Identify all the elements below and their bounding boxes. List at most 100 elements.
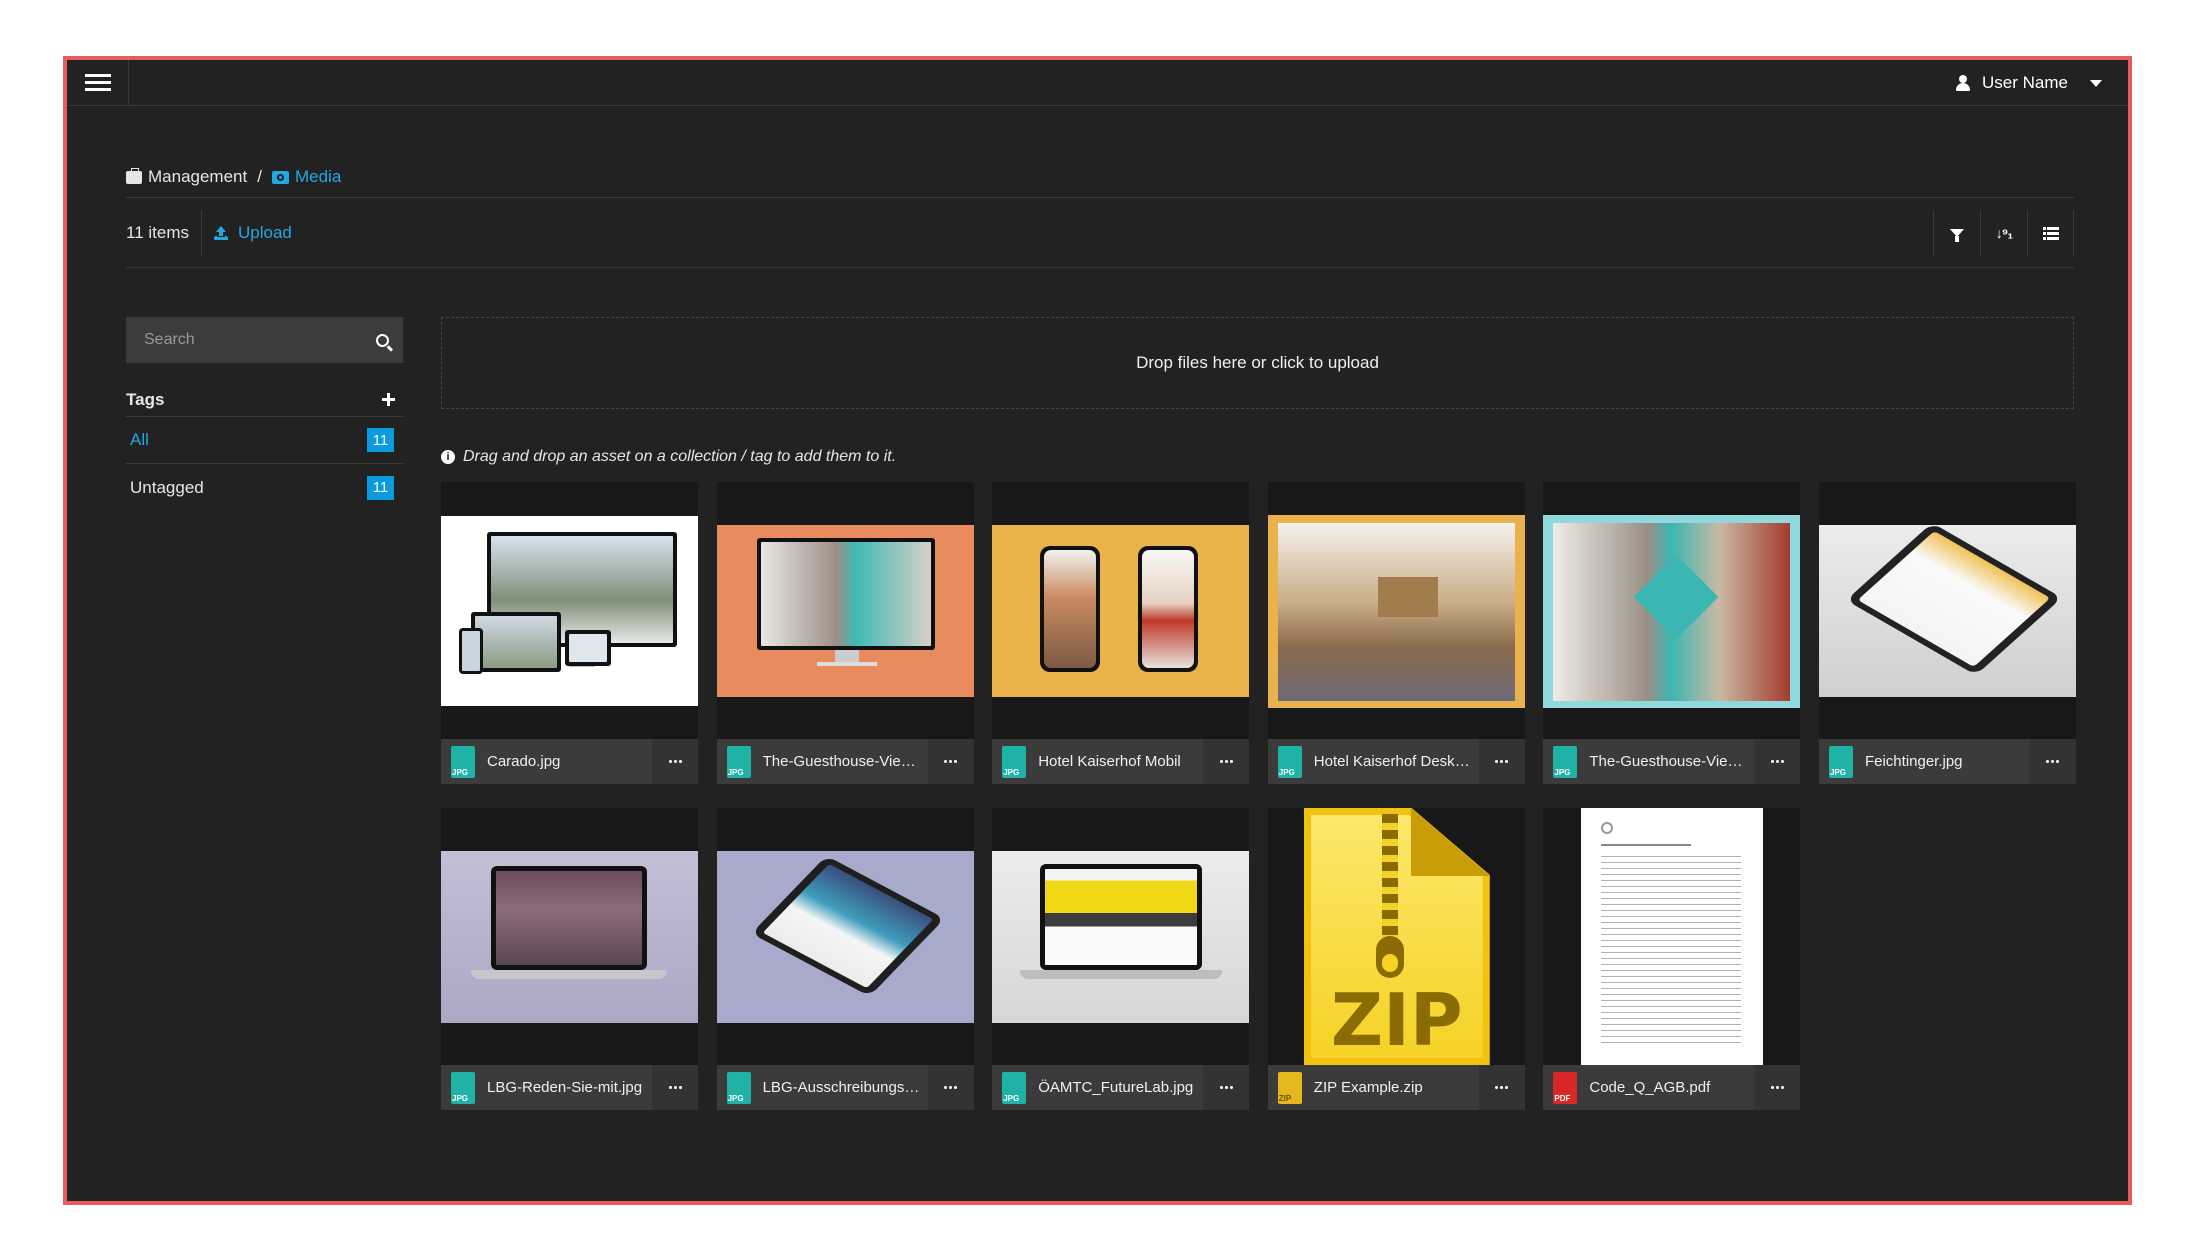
tag-count-badge: 11	[367, 428, 394, 452]
briefcase-icon	[126, 168, 142, 184]
camera-icon	[271, 171, 289, 184]
more-options-button[interactable]	[1203, 1065, 1250, 1110]
filter-icon	[1950, 229, 1964, 242]
asset-name: Carado.jpg	[487, 753, 561, 770]
user-name: User Name	[1982, 73, 2068, 92]
asset-card[interactable]: JPG LBG-Ausschreibungspl...	[716, 808, 974, 1110]
upload-button[interactable]: Upload	[214, 223, 292, 243]
more-options-button[interactable]	[652, 739, 698, 784]
asset-footer: JPG Carado.jpg	[441, 739, 698, 784]
asset-thumbnail: ZIP	[1267, 808, 1525, 1065]
asset-card[interactable]: PDF Code_Q_AGB.pdf	[1543, 808, 1801, 1110]
breadcrumb-media[interactable]: Media	[271, 166, 342, 187]
asset-thumbnail	[1543, 808, 1801, 1065]
more-options-button[interactable]	[1478, 1065, 1525, 1110]
zip-label: ZIP	[1330, 978, 1463, 1062]
asset-card[interactable]: JPG Carado.jpg	[441, 482, 698, 784]
breadcrumb: Management / Media	[126, 156, 2074, 198]
asset-thumbnail	[992, 808, 1250, 1065]
asset-card[interactable]: JPG Feichtinger.jpg	[1818, 482, 2076, 784]
jpg-file-icon: JPG	[1277, 745, 1302, 778]
info-icon: i	[441, 450, 455, 464]
asset-thumbnail	[1543, 482, 1801, 739]
asset-area: Drop files here or click to upload i Dra…	[441, 317, 2076, 1110]
jpg-file-icon: JPG	[726, 1071, 751, 1104]
asset-thumbnail	[716, 808, 974, 1065]
hint-text: Drag and drop an asset on a collection /…	[463, 448, 897, 465]
asset-grid: JPG Carado.jpg JPG The-Guesthouse-Vienn.…	[441, 482, 2076, 1110]
asset-name: The-Guesthouse-Vienn...	[1589, 753, 1749, 770]
list-icon	[2042, 226, 2059, 240]
asset-footer: ZIP ZIP Example.zip	[1267, 1065, 1525, 1110]
more-options-button[interactable]	[1478, 739, 1525, 784]
search-box	[126, 317, 403, 363]
asset-thumbnail	[1267, 482, 1525, 739]
more-options-button[interactable]	[2029, 739, 2076, 784]
sort-button[interactable]: ↓⁹₁	[1980, 210, 2027, 256]
menu-toggle-button[interactable]	[67, 60, 129, 106]
asset-footer: JPG The-Guesthouse-Vienn...	[716, 739, 974, 784]
more-options-button[interactable]	[652, 1065, 698, 1110]
zip-archive-icon: ZIP	[1303, 808, 1490, 1065]
asset-name: Hotel Kaiserhof Mobil	[1038, 753, 1181, 770]
list-view-button[interactable]	[2027, 210, 2074, 256]
asset-card[interactable]: JPG The-Guesthouse-Vienn...	[1543, 482, 1801, 784]
asset-card[interactable]: JPG The-Guesthouse-Vienn...	[716, 482, 974, 784]
tag-label: Untagged	[130, 477, 204, 497]
asset-card[interactable]: JPG LBG-Reden-Sie-mit.jpg	[441, 808, 698, 1110]
asset-footer: JPG Hotel Kaiserhof Desktop	[1267, 739, 1525, 784]
asset-footer: PDF Code_Q_AGB.pdf	[1543, 1065, 1801, 1110]
asset-name: Feichtinger.jpg	[1864, 753, 1963, 770]
tags-header: Tags	[126, 383, 403, 417]
asset-footer: JPG ÖAMTC_FutureLab.jpg	[992, 1065, 1250, 1110]
sidebar: Tags All 11 Untagged 11	[126, 317, 403, 511]
search-icon[interactable]	[376, 333, 389, 347]
user-icon	[1956, 75, 1971, 91]
asset-name: ÖAMTC_FutureLab.jpg	[1038, 1079, 1194, 1096]
search-input[interactable]	[144, 331, 344, 349]
asset-name: LBG-Reden-Sie-mit.jpg	[487, 1079, 643, 1096]
upload-label: Upload	[238, 222, 292, 242]
asset-footer: JPG LBG-Ausschreibungspl...	[716, 1065, 974, 1110]
breadcrumb-separator: /	[257, 166, 262, 186]
sort-icon: ↓⁹₁	[1995, 225, 2013, 241]
dropzone-text: Drop files here or click to upload	[1136, 353, 1379, 372]
breadcrumb-label: Management	[148, 166, 248, 186]
asset-thumbnail	[992, 482, 1250, 739]
more-options-button[interactable]	[1203, 739, 1250, 784]
more-options-button[interactable]	[927, 1065, 974, 1110]
filter-button[interactable]	[1933, 210, 1980, 256]
more-options-button[interactable]	[1754, 1065, 1801, 1110]
asset-name: The-Guesthouse-Vienn...	[762, 753, 922, 770]
tags-title: Tags	[126, 389, 165, 409]
jpg-file-icon: JPG	[1828, 745, 1853, 778]
asset-footer: JPG LBG-Reden-Sie-mit.jpg	[441, 1065, 698, 1110]
asset-thumbnail	[441, 808, 698, 1065]
asset-thumbnail	[716, 482, 974, 739]
breadcrumb-label: Media	[294, 166, 342, 186]
asset-thumbnail	[441, 482, 698, 739]
tag-item-untagged[interactable]: Untagged 11	[126, 464, 403, 511]
asset-card[interactable]: JPG Hotel Kaiserhof Mobil	[992, 482, 1250, 784]
app-window: User Name Management / Media 11 items Up…	[63, 56, 2132, 1205]
user-menu[interactable]: User Name	[1956, 60, 2102, 106]
jpg-file-icon: JPG	[451, 1071, 475, 1104]
asset-footer: JPG Hotel Kaiserhof Mobil	[992, 739, 1250, 784]
zip-file-icon: ZIP	[1277, 1071, 1302, 1104]
asset-name: Hotel Kaiserhof Desktop	[1313, 753, 1473, 770]
pdf-document-preview	[1581, 808, 1764, 1065]
more-options-button[interactable]	[1754, 739, 1801, 784]
jpg-file-icon: JPG	[726, 745, 751, 778]
more-options-button[interactable]	[927, 739, 974, 784]
hamburger-icon	[84, 74, 111, 92]
upload-dropzone[interactable]: Drop files here or click to upload	[441, 317, 2074, 409]
asset-card[interactable]: JPG ÖAMTC_FutureLab.jpg	[992, 808, 1250, 1110]
asset-card[interactable]: ZIP ZIP ZIP Example.zip	[1267, 808, 1525, 1110]
tag-item-all[interactable]: All 11	[126, 417, 403, 464]
asset-card[interactable]: JPG Hotel Kaiserhof Desktop	[1267, 482, 1525, 784]
asset-footer: JPG The-Guesthouse-Vienn...	[1543, 739, 1801, 784]
add-tag-icon[interactable]	[382, 393, 395, 406]
asset-footer: JPG Feichtinger.jpg	[1818, 739, 2076, 784]
caret-down-icon	[2090, 79, 2102, 87]
breadcrumb-management[interactable]: Management	[126, 167, 247, 187]
